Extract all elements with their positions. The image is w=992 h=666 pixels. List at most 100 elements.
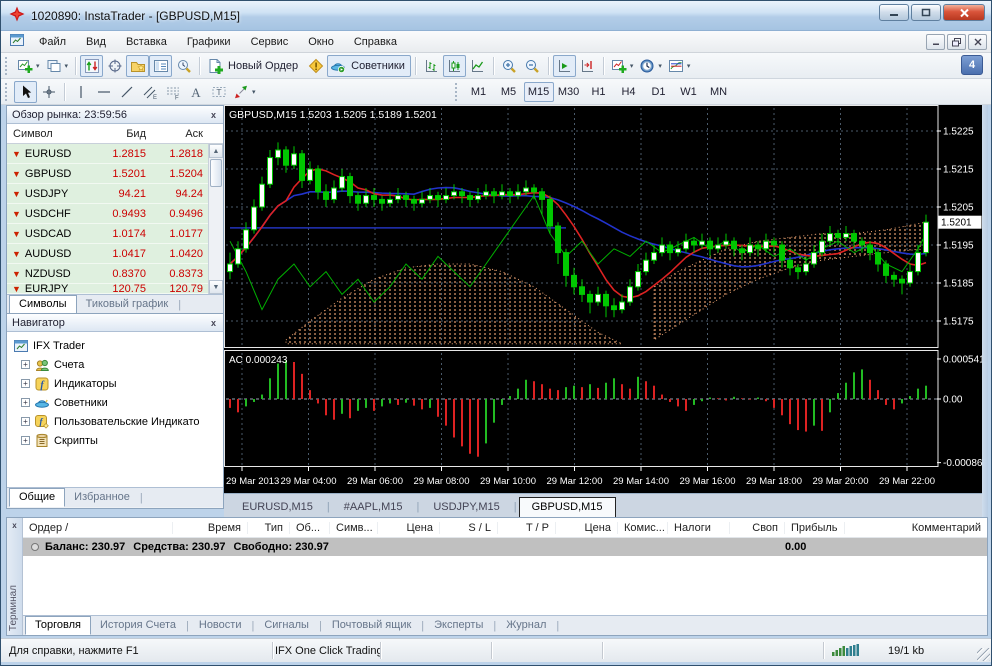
- timeframe-H4[interactable]: H4: [614, 82, 644, 102]
- chevron-down-icon[interactable]: ▾: [630, 62, 634, 70]
- market-watch-row[interactable]: ▼ USDCAD 1.0174 1.0177: [7, 224, 223, 244]
- timeframe-H1[interactable]: H1: [584, 82, 614, 102]
- chart-shift-button[interactable]: [576, 55, 599, 77]
- minimize-button[interactable]: [879, 4, 909, 21]
- market-watch-row[interactable]: ▼ AUDUSD 1.0417 1.0420: [7, 244, 223, 264]
- chart-tab-2[interactable]: #AAPL,M15: [332, 498, 415, 517]
- child-close-button[interactable]: [968, 34, 987, 50]
- chevron-down-icon[interactable]: ▾: [65, 62, 69, 70]
- scroll-down-icon[interactable]: ▼: [209, 280, 223, 294]
- expand-plus-icon[interactable]: +: [21, 360, 30, 369]
- new-order-button[interactable]: Новый Ордер: [204, 55, 304, 77]
- terminal-column-Об...[interactable]: Об...: [290, 521, 330, 534]
- terminal-column-T / P[interactable]: T / P: [498, 521, 556, 534]
- child-minimize-button[interactable]: [926, 34, 945, 50]
- terminal-column-Цена[interactable]: Цена: [556, 521, 618, 534]
- expand-plus-icon[interactable]: +: [21, 379, 30, 388]
- market-watch-row[interactable]: ▼ NZDUSD 0.8370 0.8373: [7, 264, 223, 284]
- chevron-down-icon[interactable]: ▾: [252, 88, 256, 96]
- price-chart[interactable]: 1.5225 1.5215 1.5205 1.5195 1.5185 1.5175 1.52…: [224, 105, 985, 493]
- timeframe-M5[interactable]: M5: [494, 82, 524, 102]
- terminal-tab-6[interactable]: Эксперты: [425, 617, 492, 634]
- terminal-column-Комментарий[interactable]: Комментарий: [845, 522, 987, 534]
- navigator-tab-2[interactable]: Избранное: [65, 489, 139, 506]
- terminal-column-Комис...[interactable]: Комис...: [618, 521, 668, 534]
- zoom-out-button[interactable]: [521, 55, 544, 77]
- notifications-badge[interactable]: 4: [961, 55, 983, 75]
- terminal-tab-3[interactable]: Новости: [190, 617, 251, 634]
- navigator-item-Советники[interactable]: + Советники: [11, 393, 223, 412]
- expand-plus-icon[interactable]: +: [21, 417, 30, 426]
- chart-tab-4[interactable]: GBPUSD,M15: [518, 497, 616, 517]
- child-restore-button[interactable]: [947, 34, 966, 50]
- navigator-item-Индикаторы[interactable]: + f Индикаторы: [11, 374, 223, 393]
- timeframe-M1[interactable]: M1: [464, 82, 494, 102]
- horizontal-line-button[interactable]: [92, 81, 115, 103]
- terminal-column-Налоги[interactable]: Налоги: [668, 521, 730, 534]
- candlestick-button[interactable]: [442, 54, 466, 77]
- toolbar-grip[interactable]: [5, 56, 10, 75]
- chart-scrollbar[interactable]: [982, 105, 988, 517]
- market-watch-row[interactable]: ▼ EURUSD 1.2815 1.2818: [7, 144, 223, 164]
- menu-item-Сервис[interactable]: Сервис: [241, 33, 299, 51]
- terminal-column-Своп[interactable]: Своп: [730, 521, 785, 534]
- chevron-down-icon[interactable]: ▾: [687, 62, 691, 70]
- timeframe-M30[interactable]: M30: [554, 82, 584, 102]
- terminal-tab-2[interactable]: История Счета: [91, 617, 185, 634]
- menu-item-Графики[interactable]: Графики: [177, 33, 241, 51]
- menu-item-Вставка[interactable]: Вставка: [116, 33, 177, 51]
- auto-scroll-button[interactable]: [552, 54, 576, 77]
- balance-row[interactable]: Баланс: 230.97 Средства: 230.97 Свободно…: [23, 538, 987, 556]
- terminal-column-Ордер /[interactable]: Ордер /: [23, 521, 173, 534]
- crosshair-button[interactable]: [37, 81, 60, 103]
- menu-item-Вид[interactable]: Вид: [76, 33, 116, 51]
- advisors-button[interactable]: Советники: [327, 54, 411, 77]
- scrollbar-thumb[interactable]: [210, 159, 222, 187]
- timeframe-M15[interactable]: M15: [523, 81, 554, 102]
- maximize-button[interactable]: [911, 4, 941, 21]
- navigator-root[interactable]: IFX Trader: [11, 336, 223, 355]
- chart-tab-3[interactable]: USDJPY,M15: [421, 498, 511, 517]
- fibonacci-button[interactable]: F: [161, 81, 184, 103]
- menu-item-Файл[interactable]: Файл: [29, 33, 76, 51]
- expand-plus-icon[interactable]: +: [21, 398, 30, 407]
- strategy-tester-button[interactable]: [172, 55, 195, 77]
- cursor-button[interactable]: [14, 80, 37, 103]
- warning-button[interactable]: [304, 55, 327, 77]
- close-icon[interactable]: x: [9, 520, 20, 531]
- indicators-button[interactable]: ▾: [608, 55, 637, 77]
- menu-item-Окно[interactable]: Окно: [298, 33, 344, 51]
- scroll-up-icon[interactable]: ▲: [209, 144, 223, 158]
- new-chart-button[interactable]: ▾: [14, 55, 43, 77]
- trendline-button[interactable]: [115, 81, 138, 103]
- periods-button[interactable]: ▾: [636, 55, 665, 77]
- terminal-column-Прибыль[interactable]: Прибыль: [785, 521, 845, 534]
- zoom-in-button[interactable]: [498, 55, 521, 77]
- terminal-tab-1[interactable]: Торговля: [25, 615, 91, 635]
- timeframe-D1[interactable]: D1: [644, 82, 674, 102]
- terminal-column-Симв...[interactable]: Симв...: [330, 521, 378, 534]
- close-icon[interactable]: x: [209, 110, 218, 120]
- menu-item-Справка[interactable]: Справка: [344, 33, 407, 51]
- chart-tab-1[interactable]: EURUSD,M15: [230, 498, 325, 517]
- toolbar-grip[interactable]: [454, 82, 460, 101]
- data-window-button[interactable]: [103, 55, 126, 77]
- template-button[interactable]: ▾: [665, 55, 694, 77]
- close-button[interactable]: [943, 4, 985, 21]
- favorites-folder-button[interactable]: [126, 54, 150, 77]
- terminal-column-Цена[interactable]: Цена: [378, 521, 440, 534]
- navigator-item-Скрипты[interactable]: + Скрипты: [11, 431, 223, 450]
- column-symbol[interactable]: Символ: [7, 128, 95, 140]
- navigator-tab-1[interactable]: Общие: [9, 487, 66, 507]
- terminal-column-Тип[interactable]: Тип: [248, 521, 290, 534]
- navigator-item-Пользовательские Индикато[interactable]: + f Пользовательские Индикато: [11, 412, 223, 431]
- chevron-down-icon[interactable]: ▾: [658, 62, 662, 70]
- market-watch-row[interactable]: ▼ USDCHF 0.9493 0.9496: [7, 204, 223, 224]
- close-icon[interactable]: x: [209, 318, 218, 328]
- terminal-column-S / L[interactable]: S / L: [440, 521, 498, 534]
- expand-plus-icon[interactable]: +: [21, 436, 30, 445]
- one-click-trading-label[interactable]: IFX One Click Trading: [273, 645, 383, 657]
- toolbar-grip[interactable]: [5, 82, 10, 101]
- market-watch-tab-2[interactable]: Тиковый график: [77, 296, 178, 313]
- terminal-tab-7[interactable]: Журнал: [497, 617, 555, 634]
